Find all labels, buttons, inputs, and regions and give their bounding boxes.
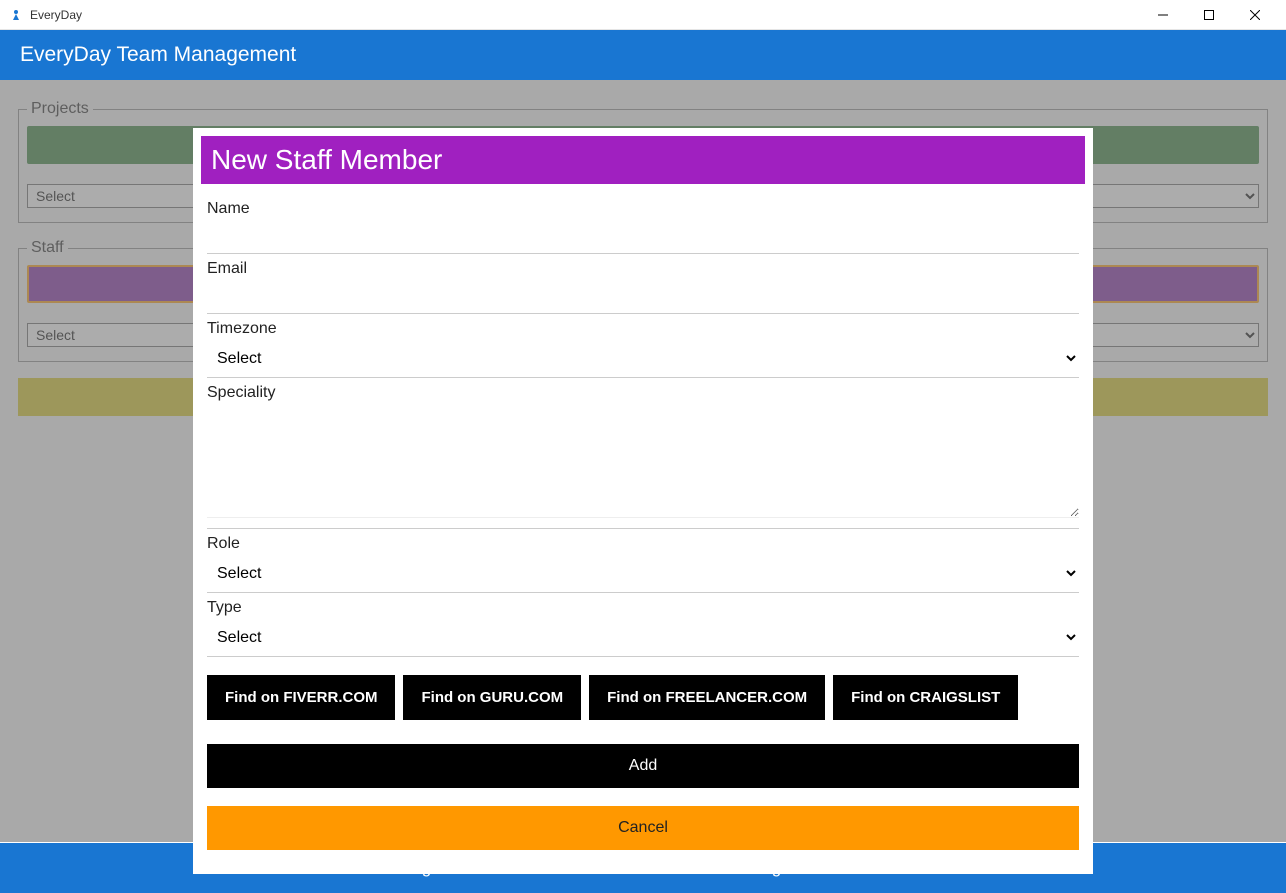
timezone-label: Timezone xyxy=(207,320,1079,338)
email-label: Email xyxy=(207,260,1079,278)
name-input[interactable] xyxy=(207,224,1079,248)
window-controls xyxy=(1140,0,1278,30)
new-staff-modal: New Staff Member Name Email Timezone Sel… xyxy=(193,128,1093,874)
name-label: Name xyxy=(207,200,1079,218)
find-freelancer-button[interactable]: Find on FREELANCER.COM xyxy=(589,675,825,720)
email-row: Email xyxy=(207,256,1079,314)
role-select[interactable]: Select xyxy=(207,559,1079,587)
speciality-row: Speciality xyxy=(207,380,1079,529)
speciality-textarea[interactable] xyxy=(207,408,1079,518)
find-fiverr-button[interactable]: Find on FIVERR.COM xyxy=(207,675,395,720)
role-row: Role Select xyxy=(207,531,1079,593)
close-button[interactable] xyxy=(1232,0,1278,30)
timezone-row: Timezone Select xyxy=(207,316,1079,378)
app-icon xyxy=(8,7,24,23)
type-select[interactable]: Select xyxy=(207,623,1079,651)
maximize-button[interactable] xyxy=(1186,0,1232,30)
modal-title: New Staff Member xyxy=(201,136,1085,184)
role-label: Role xyxy=(207,535,1079,553)
cancel-button[interactable]: Cancel xyxy=(207,806,1079,850)
add-button[interactable]: Add xyxy=(207,744,1079,788)
app-header: EveryDay Team Management xyxy=(0,30,1286,80)
minimize-button[interactable] xyxy=(1140,0,1186,30)
name-row: Name xyxy=(207,196,1079,254)
window-titlebar: EveryDay xyxy=(0,0,1286,30)
speciality-label: Speciality xyxy=(207,384,1079,402)
modal-body: Name Email Timezone Select Speciality Ro… xyxy=(193,196,1093,850)
find-craigslist-button[interactable]: Find on CRAIGSLIST xyxy=(833,675,1018,720)
type-label: Type xyxy=(207,599,1079,617)
app-title: EveryDay Team Management xyxy=(20,43,296,66)
find-guru-button[interactable]: Find on GURU.COM xyxy=(403,675,581,720)
find-buttons-row: Find on FIVERR.COM Find on GURU.COM Find… xyxy=(207,675,1079,720)
email-input[interactable] xyxy=(207,284,1079,308)
type-row: Type Select xyxy=(207,595,1079,657)
window-title: EveryDay xyxy=(30,8,1140,22)
timezone-select[interactable]: Select xyxy=(207,344,1079,372)
